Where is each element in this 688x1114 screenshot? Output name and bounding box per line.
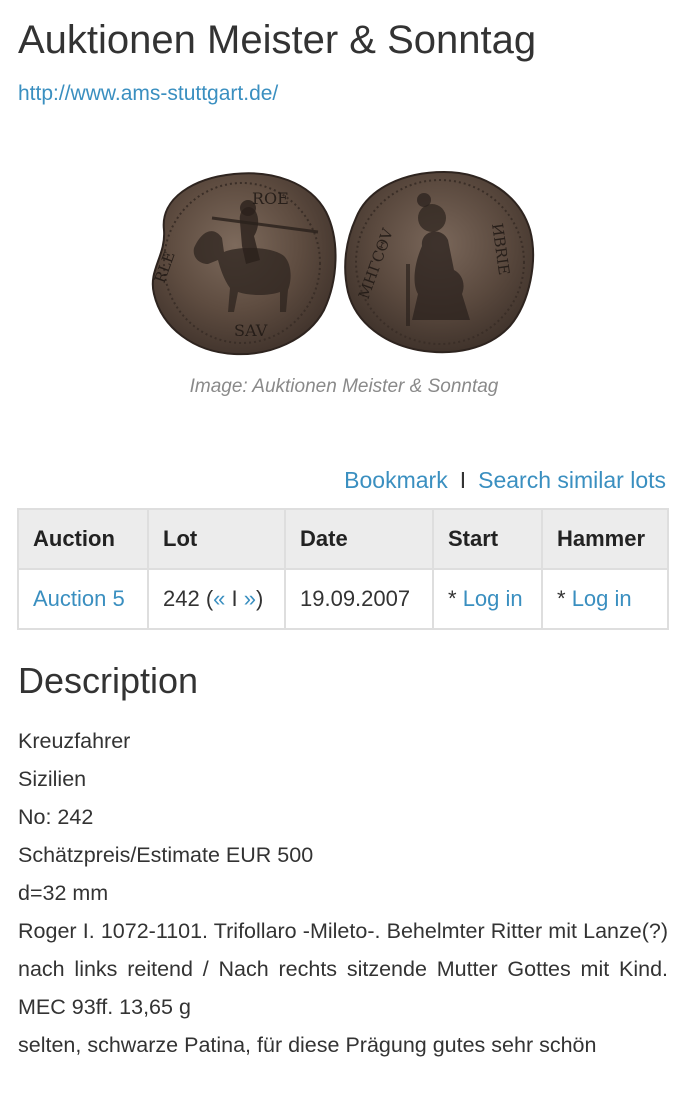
next-lot-link[interactable]: » <box>244 586 256 611</box>
lot-number: 242 <box>163 586 200 611</box>
lot-table: Auction Lot Date Start Hammer Auction 5 … <box>17 508 669 630</box>
column-header-date: Date <box>284 508 434 570</box>
description-line: d=32 mm <box>18 881 109 905</box>
hammer-login-link[interactable]: Log in <box>572 586 632 611</box>
description-body: Kreuzfahrer Sizilien No: 242 Schätzpreis… <box>18 722 668 1064</box>
coin-reverse: MHΓCΘV ИBRIE <box>344 170 535 354</box>
image-caption: Image: Auktionen Meister & Sonntag <box>189 376 499 397</box>
table-header-row: Auction Lot Date Start Hammer <box>17 508 669 570</box>
column-header-lot: Lot <box>147 508 286 570</box>
bookmark-link[interactable]: Bookmark <box>344 467 448 493</box>
page-title: Auktionen Meister & Sonntag <box>18 18 537 62</box>
lot-actions: Bookmark I Search similar lots <box>344 464 666 496</box>
table-row: Auction 5 242 (« I ») 19.09.2007 * Log i… <box>17 568 669 630</box>
start-cell: * Log in <box>432 568 543 630</box>
column-header-auction: Auction <box>17 508 149 570</box>
auction-link[interactable]: Auction 5 <box>33 586 125 611</box>
description-line: Roger I. 1072-1101. Trifollaro -Mileto-.… <box>18 919 668 1019</box>
lot-cell: 242 (« I ») <box>147 568 286 630</box>
lot-nav-separator: I <box>225 586 244 611</box>
page: Auktionen Meister & Sonntag http://www.a… <box>0 0 688 1114</box>
coin-photo: ROE RLE SAV MHΓCΘV ИBRIE <box>142 160 542 360</box>
obverse-legend-bottom: SAV <box>234 321 268 340</box>
description-line: Sizilien <box>18 767 87 791</box>
lot-nav-open: ( <box>199 586 214 611</box>
start-prefix: * <box>448 586 463 611</box>
coin-image: ROE RLE SAV MHΓCΘV ИBRIE <box>142 160 542 360</box>
description-heading: Description <box>18 660 199 701</box>
description-line: selten, schwarze Patina, für diese Prägu… <box>18 1033 597 1057</box>
hammer-prefix: * <box>557 586 572 611</box>
auction-house-url-link[interactable]: http://www.ams-stuttgart.de/ <box>18 80 278 108</box>
column-header-start: Start <box>432 508 543 570</box>
description-line: Schätzpreis/Estimate EUR 500 <box>18 843 314 867</box>
description-line: Kreuzfahrer <box>18 729 131 753</box>
coin-obverse: ROE RLE SAV <box>151 172 337 356</box>
column-header-hammer: Hammer <box>541 508 669 570</box>
actions-separator: I <box>459 467 467 493</box>
search-similar-lots-link[interactable]: Search similar lots <box>478 467 666 493</box>
description-line: No: 242 <box>18 805 94 829</box>
auction-cell: Auction 5 <box>17 568 149 630</box>
date-cell: 19.09.2007 <box>284 568 434 630</box>
obverse-legend-top: ROE <box>252 189 289 208</box>
lot-nav-close: ) <box>256 586 264 611</box>
previous-lot-link[interactable]: « <box>213 586 225 611</box>
hammer-cell: * Log in <box>541 568 669 630</box>
start-login-link[interactable]: Log in <box>463 586 523 611</box>
